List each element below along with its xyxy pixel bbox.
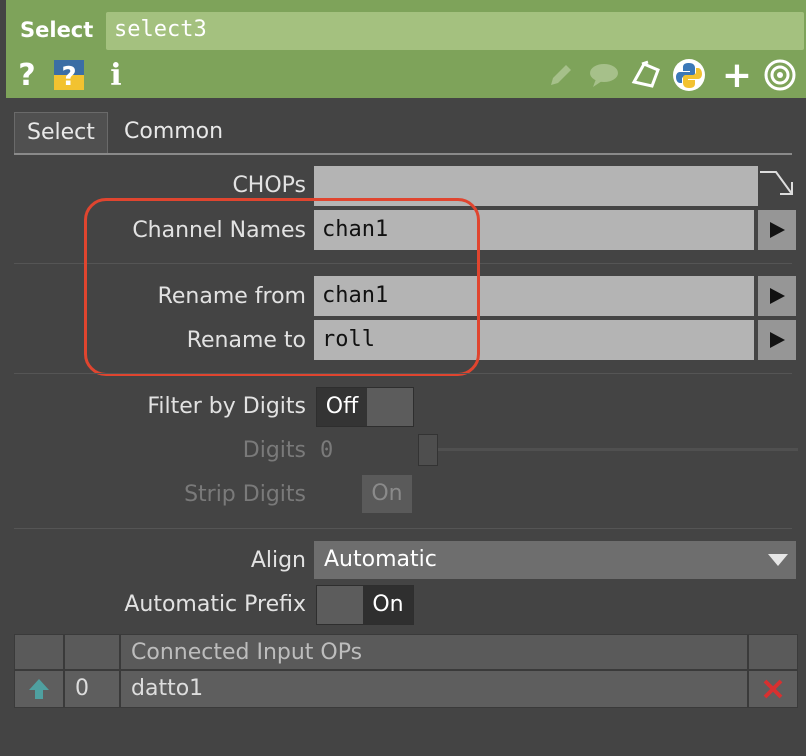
parameter-tabs: Select Common [14,112,792,153]
digits-slider-handle[interactable] [418,434,438,466]
operator-header: Select select3 ? ? i + [6,0,806,98]
align-value: Automatic [324,547,437,572]
digits-label: Digits [242,438,306,463]
parameter-panel: Select select3 ? ? i + Select Common CHO… [0,0,806,756]
arrow-up-icon [29,679,49,699]
automatic-prefix-label: Automatic Prefix [124,592,306,617]
divider [14,528,792,529]
automatic-prefix-toggle[interactable]: On [316,585,414,625]
rename-to-menu-button[interactable] [758,320,796,360]
digits-value: 0 [320,438,334,463]
play-arrow-icon [770,222,785,238]
filter-by-digits-state: Off [317,388,367,426]
delete-button[interactable] [748,670,798,708]
operator-type-label: Select [20,18,94,42]
table-header-cell [748,634,798,670]
digits-slider-track[interactable] [420,448,798,451]
highlight-annotation [84,198,480,376]
align-label: Align [250,548,306,573]
table-header-cell [64,634,120,670]
automatic-prefix-state: On [363,586,413,624]
clone-icon[interactable] [628,58,664,92]
help-icon[interactable]: ? [14,58,40,93]
play-arrow-icon [770,332,785,348]
move-up-button[interactable] [14,670,64,708]
align-dropdown[interactable]: Automatic [314,541,796,579]
tab-divider [14,153,792,155]
operator-name-text: select3 [114,17,207,42]
add-icon[interactable]: + [720,55,754,96]
svg-text:?: ? [61,62,76,92]
table-header-title: Connected Input OPs [120,634,748,670]
table-row-index: 0 [64,670,120,708]
filter-by-digits-label: Filter by Digits [147,394,306,419]
divider [14,373,792,374]
tab-select[interactable]: Select [14,112,108,153]
chops-drop-arrow-icon[interactable] [758,166,796,206]
chops-label: CHOPs [232,173,306,198]
rename-from-menu-button[interactable] [758,276,796,316]
info-icon[interactable]: i [106,58,126,93]
channel-names-menu-button[interactable] [758,210,796,250]
strip-digits-toggle[interactable]: On [316,475,412,513]
strip-digits-state: On [362,475,412,513]
python-help-icon[interactable]: ? [50,58,88,92]
edit-icon[interactable] [544,58,578,92]
python-icon[interactable] [670,58,708,92]
strip-digits-label: Strip Digits [184,482,306,507]
play-arrow-icon [770,288,785,304]
close-icon [763,679,783,699]
operator-name-field[interactable]: select3 [106,12,804,50]
filter-by-digits-toggle[interactable]: Off [316,387,414,427]
target-icon[interactable] [762,58,798,92]
table-row-name[interactable]: datto1 [120,670,748,708]
chevron-down-icon [768,554,788,566]
tab-common[interactable]: Common [112,112,235,152]
comment-icon[interactable] [586,58,622,92]
table-header-cell [14,634,64,670]
